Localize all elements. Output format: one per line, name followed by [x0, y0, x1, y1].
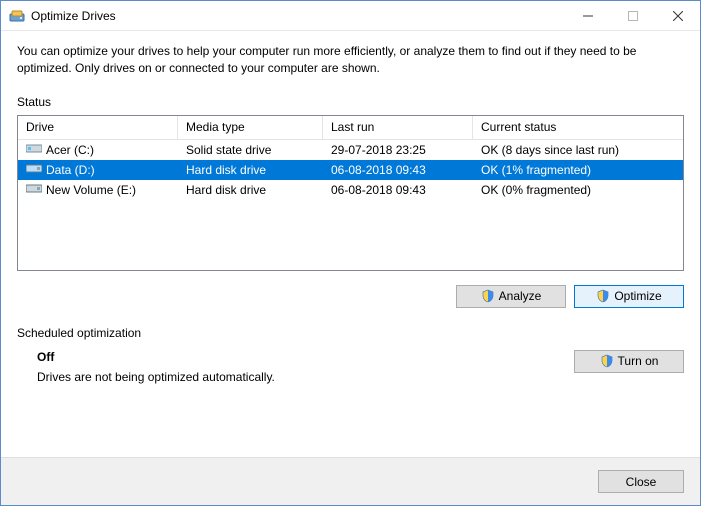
- drive-icon: [26, 182, 42, 197]
- scheduled-detail: Drives are not being optimized automatic…: [37, 370, 275, 384]
- turn-on-button[interactable]: Turn on: [574, 350, 684, 373]
- cell-status: OK (1% fragmented): [473, 163, 683, 177]
- content-area: You can optimize your drives to help you…: [1, 31, 700, 457]
- app-icon: [9, 8, 25, 24]
- drive-table: Drive Media type Last run Current status…: [17, 115, 684, 271]
- optimize-label: Optimize: [614, 289, 661, 303]
- table-row[interactable]: Acer (C:) Solid state drive29-07-2018 23:…: [18, 140, 683, 160]
- shield-icon: [481, 289, 495, 303]
- table-row[interactable]: New Volume (E:) Hard disk drive06-08-2018…: [18, 180, 683, 200]
- shield-icon: [596, 289, 610, 303]
- cell-status: OK (0% fragmented): [473, 183, 683, 197]
- action-button-row: Analyze Optimize: [17, 285, 684, 308]
- cell-status: OK (8 days since last run): [473, 143, 683, 157]
- cell-drive: Data (D:): [18, 162, 178, 177]
- cell-media: Solid state drive: [178, 143, 323, 157]
- col-lastrun[interactable]: Last run: [323, 116, 473, 140]
- drive-name: Data (D:): [46, 163, 95, 177]
- cell-media: Hard disk drive: [178, 183, 323, 197]
- drive-name: Acer (C:): [46, 143, 94, 157]
- table-header: Drive Media type Last run Current status: [18, 116, 683, 140]
- col-drive[interactable]: Drive: [18, 116, 178, 140]
- window-title: Optimize Drives: [31, 9, 565, 23]
- drive-icon: [26, 162, 42, 177]
- table-row[interactable]: Data (D:) Hard disk drive06-08-2018 09:43…: [18, 160, 683, 180]
- turn-on-label: Turn on: [618, 354, 659, 368]
- analyze-label: Analyze: [499, 289, 542, 303]
- drive-icon: [26, 142, 42, 157]
- minimize-button[interactable]: [565, 1, 610, 30]
- table-body: Acer (C:) Solid state drive29-07-2018 23:…: [18, 140, 683, 200]
- drive-name: New Volume (E:): [46, 183, 136, 197]
- optimize-button[interactable]: Optimize: [574, 285, 684, 308]
- description-text: You can optimize your drives to help you…: [17, 43, 684, 77]
- scheduled-text: Off Drives are not being optimized autom…: [37, 350, 275, 384]
- scheduled-label: Scheduled optimization: [17, 326, 684, 340]
- status-label: Status: [17, 95, 684, 109]
- col-media[interactable]: Media type: [178, 116, 323, 140]
- col-status[interactable]: Current status: [473, 116, 683, 140]
- cell-lastrun: 06-08-2018 09:43: [323, 163, 473, 177]
- cell-lastrun: 29-07-2018 23:25: [323, 143, 473, 157]
- cell-drive: Acer (C:): [18, 142, 178, 157]
- analyze-button[interactable]: Analyze: [456, 285, 566, 308]
- titlebar: Optimize Drives: [1, 1, 700, 31]
- cell-media: Hard disk drive: [178, 163, 323, 177]
- close-window-button[interactable]: [655, 1, 700, 30]
- maximize-button[interactable]: [610, 1, 655, 30]
- window-controls: [565, 1, 700, 30]
- shield-icon: [600, 354, 614, 368]
- footer: Close: [1, 457, 700, 505]
- scheduled-body: Off Drives are not being optimized autom…: [17, 350, 684, 384]
- scheduled-state: Off: [37, 350, 275, 364]
- cell-lastrun: 06-08-2018 09:43: [323, 183, 473, 197]
- close-button[interactable]: Close: [598, 470, 684, 493]
- cell-drive: New Volume (E:): [18, 182, 178, 197]
